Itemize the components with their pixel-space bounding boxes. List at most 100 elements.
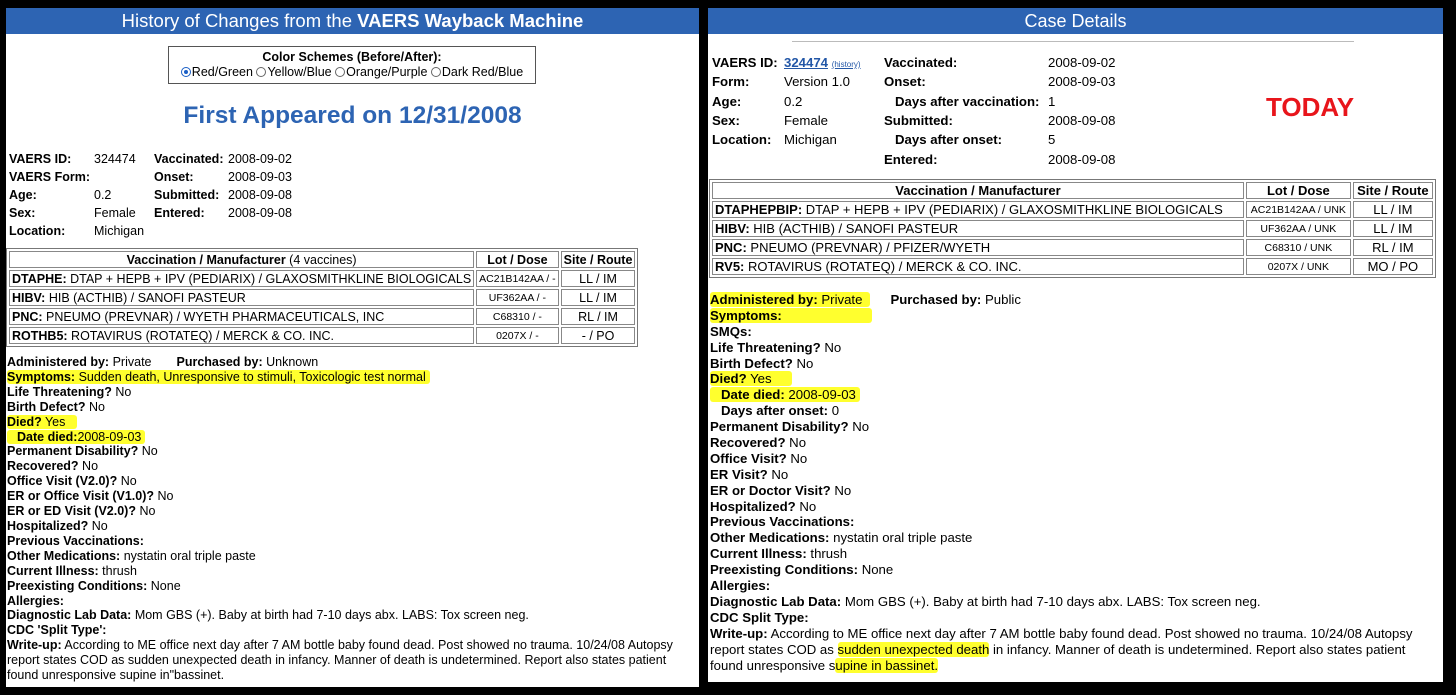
r-vaers-id-label: VAERS ID: <box>712 55 778 70</box>
r-recovered-line: Recovered? No <box>710 435 807 451</box>
wayback-title: History of Changes from the VAERS Waybac… <box>6 8 699 34</box>
r-symptoms-line: Symptoms: <box>710 307 1440 324</box>
vaccine-cell: PNC: PNEUMO (PREVNAR) / PFIZER/WYETH <box>712 239 1245 256</box>
vaccine-cell: DTAPHEPBIP: DTAP + HEPB + IPV (PEDIARIX)… <box>712 201 1245 218</box>
age-value: 0.2 <box>94 188 112 202</box>
history-link[interactable]: (history) <box>832 60 861 69</box>
r-days-after-onset-value: 5 <box>1048 132 1056 147</box>
title-divider <box>792 41 1354 42</box>
office-visit-line: Office Visit (V2.0)? No <box>7 474 137 489</box>
scheme-radio-yellow-blue[interactable] <box>256 67 267 77</box>
preexisting-conditions-line: Preexisting Conditions: None <box>7 578 181 593</box>
r-entered-label: Entered: <box>884 152 938 167</box>
vaccinated-label: Vaccinated: <box>154 152 224 166</box>
submitted-value: 2008-09-08 <box>228 188 292 202</box>
r-location-value: Michigan <box>784 132 837 147</box>
r-onset-value: 2008-09-03 <box>1048 74 1116 89</box>
r-birth-defect-line: Birth Defect? No <box>710 355 814 371</box>
r-office-visit-line: Office Visit? No <box>710 450 808 466</box>
table-row: ROTHB5: ROTAVIRUS (ROTATEQ) / MERCK & CO… <box>9 327 636 344</box>
r-er-doctor-visit-line: ER or Doctor Visit? No <box>710 482 852 498</box>
table-header-row: Vaccination / Manufacturer (4 vaccines) … <box>9 251 636 268</box>
header-site-route: Site / Route <box>560 251 636 268</box>
recovered-line: Recovered? No <box>7 459 99 474</box>
r-age-label: Age: <box>712 94 742 109</box>
r-onset-label: Onset: <box>884 74 926 89</box>
diagnostic-lab-line: Diagnostic Lab Data: Mom GBS (+). Baby a… <box>7 608 529 623</box>
r-writeup-paragraph: Write-up: According to ME office next da… <box>710 625 1413 673</box>
lot-cell: UF362AA / UNK <box>1246 220 1351 237</box>
r-permanent-disability-line: Permanent Disability? No <box>710 419 870 435</box>
vaers-id-value: 324474 <box>94 152 136 166</box>
today-label: TODAY <box>1266 92 1355 122</box>
wayback-panel: History of Changes from the VAERS Waybac… <box>6 8 699 687</box>
header-lot-dose: Lot / Dose <box>1246 182 1351 199</box>
scheme-radio-orange-purple[interactable] <box>335 67 346 77</box>
table-row: RV5: ROTAVIRUS (ROTATEQ) / MERCK & CO. I… <box>712 258 1433 275</box>
other-medications-line: Other Medications: nystatin oral triple … <box>7 548 256 563</box>
r-form-value: Version 1.0 <box>784 74 850 89</box>
entered-label: Entered: <box>154 206 205 220</box>
r-diagnostic-lab-line: Diagnostic Lab Data: Mom GBS (+). Baby a… <box>710 593 1261 609</box>
r-submitted-label: Submitted: <box>884 113 953 128</box>
submitted-label: Submitted: <box>154 188 220 202</box>
er-office-visit-line: ER or Office Visit (V1.0)? No <box>7 489 174 504</box>
scheme-label-darkred-blue: Dark Red/Blue <box>441 65 524 79</box>
r-vaccinated-value: 2008-09-02 <box>1048 55 1116 70</box>
scheme-label-yellow-blue: Yellow/Blue <box>267 65 332 79</box>
r-days-after-onset-label: Days after onset: <box>895 132 1003 147</box>
hospitalized-line: Hospitalized? No <box>7 518 108 533</box>
site-cell: LL / IM <box>560 270 636 287</box>
site-cell: MO / PO <box>1352 258 1433 275</box>
left-details: Administered by: Private Purchased by: Un… <box>7 355 697 683</box>
vaccine-cell: RV5: ROTAVIRUS (ROTATEQ) / MERCK & CO. I… <box>712 258 1245 275</box>
r-vaccinated-label: Vaccinated: <box>884 55 958 70</box>
entered-value: 2008-09-08 <box>228 206 292 220</box>
r-location-label: Location: <box>712 132 772 147</box>
symptoms-line: Symptoms: Sudden death, Unresponsive to … <box>7 369 697 385</box>
lot-cell: C68310 / - <box>476 308 559 325</box>
r-days-after-onset-line: Days after onset: 0 <box>721 403 840 419</box>
r-entered-value: 2008-09-08 <box>1048 152 1116 167</box>
previous-vaccinations-line: Previous Vaccinations: <box>7 533 144 548</box>
table-header-row: Vaccination / Manufacturer Lot / Dose Si… <box>712 182 1433 199</box>
vaers-form-value <box>94 168 144 186</box>
lot-cell: 0207X / UNK <box>1246 258 1351 275</box>
life-threatening-line: Life Threatening? No <box>7 384 132 399</box>
onset-label: Onset: <box>154 170 194 184</box>
lot-cell: C68310 / UNK <box>1246 239 1351 256</box>
scheme-radio-darkred-blue[interactable] <box>430 67 441 77</box>
died-line: Died? Yes <box>7 414 697 430</box>
r-smqs-line: SMQs: <box>710 323 752 339</box>
r-submitted-value: 2008-09-08 <box>1048 113 1116 128</box>
left-vaccine-table: Vaccination / Manufacturer (4 vaccines) … <box>6 248 639 347</box>
vaccine-cell: DTAPHE: DTAP + HEPB + IPV (PEDIARIX) / G… <box>9 270 475 287</box>
vaccine-cell: PNC: PNEUMO (PREVNAR) / WYETH PHARMACEUT… <box>9 308 475 325</box>
sex-label: Sex: <box>9 206 36 220</box>
site-cell: LL / IM <box>1352 220 1433 237</box>
lot-cell: 0207X / - <box>476 327 559 344</box>
r-hospitalized-line: Hospitalized? No <box>710 498 817 514</box>
er-ed-visit-line: ER or ED Visit (V2.0)? No <box>7 504 156 519</box>
site-cell: - / PO <box>560 327 636 344</box>
table-row: HIBV: HIB (ACTHIB) / SANOFI PASTEUR UF36… <box>712 220 1433 237</box>
vaccine-cell: HIBV: HIB (ACTHIB) / SANOFI PASTEUR <box>712 220 1245 237</box>
color-scheme-label: Color Schemes (Before/After): <box>262 50 442 64</box>
table-row: DTAPHE: DTAP + HEPB + IPV (PEDIARIX) / G… <box>9 270 636 287</box>
vaers-form-label: VAERS Form: <box>9 170 91 184</box>
r-days-after-vax-value: 1 <box>1048 94 1056 109</box>
header-vaccination: Vaccination / Manufacturer (4 vaccines) <box>9 251 475 268</box>
r-preexisting-conditions-line: Preexisting Conditions: None <box>710 562 894 578</box>
vaers-id-link[interactable]: 324474 <box>784 55 828 70</box>
r-previous-vaccinations-line: Previous Vaccinations: <box>710 514 855 530</box>
header-site-route: Site / Route <box>1352 182 1433 199</box>
left-info-values: 324474 0.2 Female Michigan <box>94 150 144 240</box>
case-details-title: Case Details <box>708 8 1443 34</box>
table-row: DTAPHEPBIP: DTAP + HEPB + IPV (PEDIARIX)… <box>712 201 1433 218</box>
scheme-radio-red-green[interactable] <box>180 67 191 77</box>
left-info-labels: VAERS ID: VAERS Form: Age: Sex: Location… <box>9 150 90 240</box>
r-days-after-vax-label: Days after vaccination: <box>895 94 1040 109</box>
split-type-line: CDC 'Split Type': <box>7 623 107 638</box>
vaccinated-value: 2008-09-02 <box>228 152 292 166</box>
right-vaccine-table: Vaccination / Manufacturer Lot / Dose Si… <box>709 179 1436 278</box>
